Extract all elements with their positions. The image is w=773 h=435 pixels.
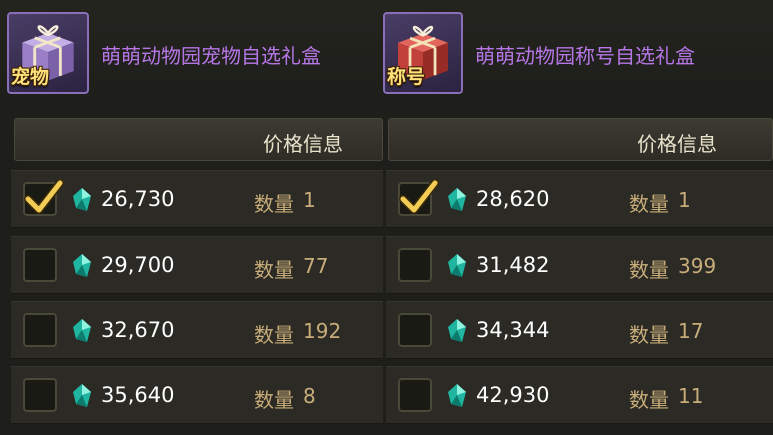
- quantity-value: 1: [678, 188, 691, 212]
- select-checkbox[interactable]: [23, 179, 64, 216]
- price-row[interactable]: 35,640 数量 8: [11, 366, 383, 424]
- price-value: 28,620: [476, 187, 550, 211]
- checkmark-icon: [399, 179, 439, 214]
- quantity-value: 192: [303, 319, 342, 343]
- price-value: 29,700: [101, 253, 175, 277]
- price-value: 32,670: [101, 318, 175, 342]
- price-row[interactable]: 32,670 数量 192: [11, 301, 383, 359]
- price-row[interactable]: 31,482 数量 399: [386, 236, 773, 294]
- price-value: 35,640: [101, 383, 175, 407]
- price-row[interactable]: 26,730 数量 1: [11, 170, 383, 228]
- quantity-value: 17: [678, 319, 704, 343]
- gem-currency-icon: [73, 254, 91, 277]
- item-header: 宠物 萌萌动物园宠物自选礼盒: [0, 0, 383, 100]
- price-value: 26,730: [101, 187, 175, 211]
- item-type-tag: 宠物: [11, 66, 50, 88]
- price-value: 42,930: [476, 383, 550, 407]
- quantity-label: 数量: [629, 258, 669, 282]
- gem-currency-icon: [448, 254, 466, 277]
- item-type-tag: 称号: [387, 66, 426, 88]
- quantity-value: 8: [303, 384, 316, 408]
- quantity-value: 1: [303, 188, 316, 212]
- select-checkbox[interactable]: [23, 313, 57, 347]
- select-checkbox[interactable]: [398, 248, 432, 282]
- gem-currency-icon: [73, 188, 91, 211]
- gem-currency-icon: [448, 188, 466, 211]
- quantity-label: 数量: [254, 388, 294, 412]
- select-checkbox[interactable]: [398, 313, 432, 347]
- select-checkbox[interactable]: [398, 179, 439, 216]
- gem-currency-icon: [448, 319, 466, 342]
- quantity-label: 数量: [254, 258, 294, 282]
- gift-box-icon[interactable]: 称号: [383, 12, 463, 94]
- gem-currency-icon: [73, 319, 91, 342]
- quantity-label: 数量: [629, 323, 669, 347]
- gem-currency-icon: [448, 384, 466, 407]
- gift-box-panel-title: 称号 萌萌动物园称号自选礼盒 价格信息 28,620 数量 1 31,482 数…: [383, 0, 773, 435]
- quantity-value: 399: [678, 254, 717, 278]
- price-row[interactable]: 34,344 数量 17: [386, 301, 773, 359]
- price-info-label: 价格信息: [263, 132, 343, 156]
- price-row[interactable]: 42,930 数量 11: [386, 366, 773, 424]
- gem-currency-icon: [73, 384, 91, 407]
- quantity-label: 数量: [254, 323, 294, 347]
- item-title: 萌萌动物园宠物自选礼盒: [101, 44, 321, 68]
- select-checkbox[interactable]: [23, 378, 57, 412]
- quantity-label: 数量: [629, 388, 669, 412]
- select-checkbox[interactable]: [23, 248, 57, 282]
- price-value: 34,344: [476, 318, 550, 342]
- price-value: 31,482: [476, 253, 550, 277]
- price-row[interactable]: 29,700 数量 77: [11, 236, 383, 294]
- quantity-label: 数量: [629, 192, 669, 216]
- price-info-header: 价格信息: [388, 118, 773, 161]
- quantity-value: 77: [303, 254, 329, 278]
- gift-box-icon[interactable]: 宠物: [7, 12, 89, 94]
- item-title: 萌萌动物园称号自选礼盒: [475, 44, 695, 68]
- checkmark-icon: [24, 179, 64, 214]
- price-row[interactable]: 28,620 数量 1: [386, 170, 773, 228]
- item-header: 称号 萌萌动物园称号自选礼盒: [383, 0, 773, 100]
- price-info-label: 价格信息: [637, 132, 717, 156]
- price-info-header: 价格信息: [14, 118, 383, 161]
- gift-box-panel-pet: 宠物 萌萌动物园宠物自选礼盒 价格信息 26,730 数量 1 29,700 数…: [0, 0, 383, 435]
- select-checkbox[interactable]: [398, 378, 432, 412]
- quantity-value: 11: [678, 384, 704, 408]
- quantity-label: 数量: [254, 192, 294, 216]
